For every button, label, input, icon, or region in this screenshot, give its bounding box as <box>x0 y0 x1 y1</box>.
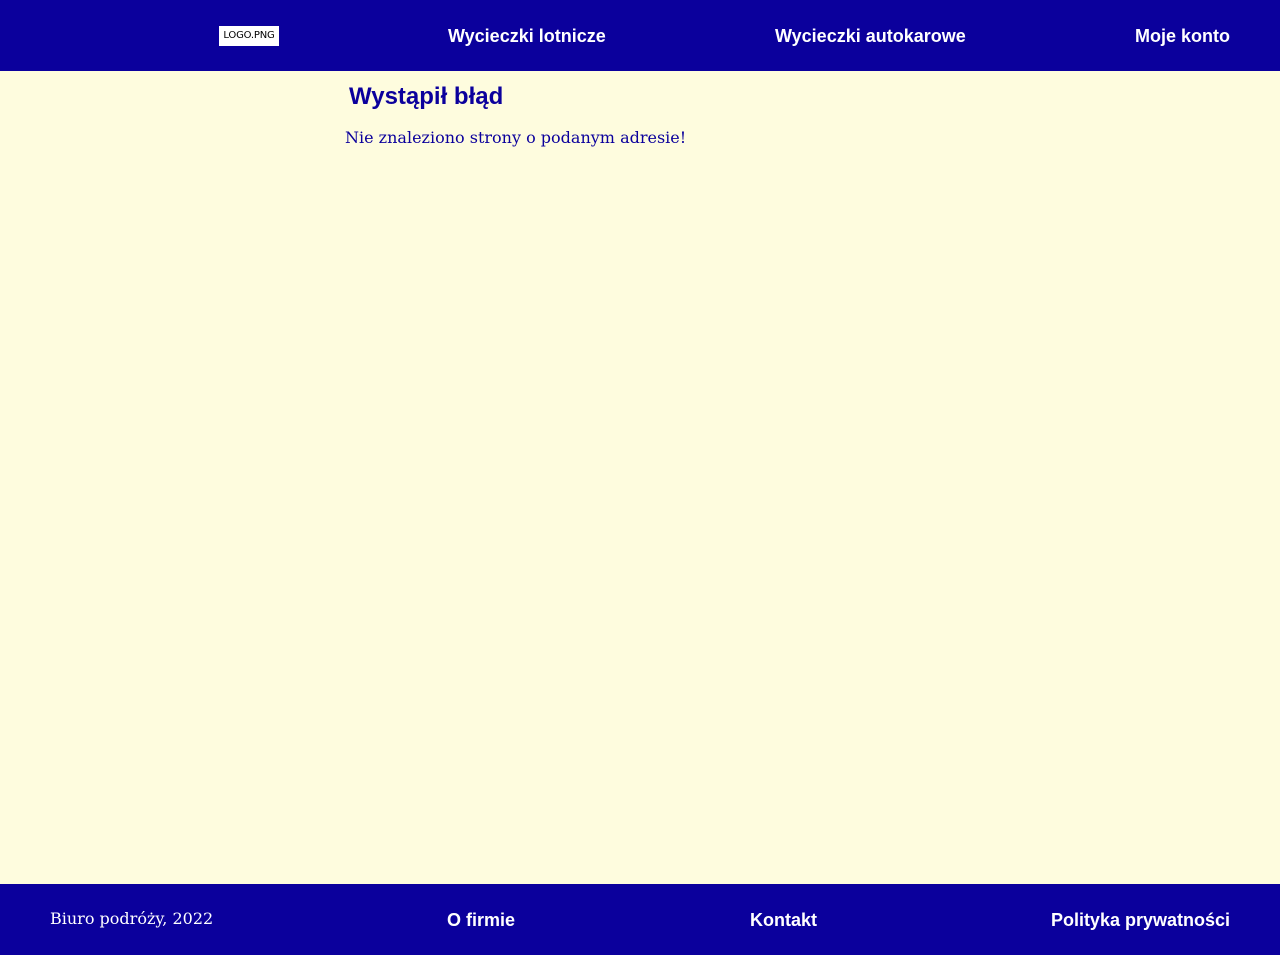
footer-bar: Biuro podróży, 2022 O firmie Kontakt Pol… <box>0 884 1280 955</box>
footer-link-about[interactable]: O firmie <box>447 908 515 932</box>
nav-link-my-account[interactable]: Moje konto <box>1135 24 1230 48</box>
footer-copyright: Biuro podróży, 2022 <box>50 909 214 928</box>
error-message: Nie znaleziono strony o podanym adresie! <box>345 128 687 147</box>
logo[interactable]: LOGO.PNG <box>219 26 279 46</box>
header-bar: LOGO.PNG Wycieczki lotnicze Wycieczki au… <box>0 0 1280 71</box>
nav-link-coach-tours[interactable]: Wycieczki autokarowe <box>775 24 966 48</box>
footer-link-privacy-policy[interactable]: Polityka prywatności <box>1051 908 1230 932</box>
nav-link-flight-tours[interactable]: Wycieczki lotnicze <box>448 24 606 48</box>
footer-link-contact[interactable]: Kontakt <box>750 908 817 932</box>
error-title: Wystąpił błąd <box>349 83 504 110</box>
